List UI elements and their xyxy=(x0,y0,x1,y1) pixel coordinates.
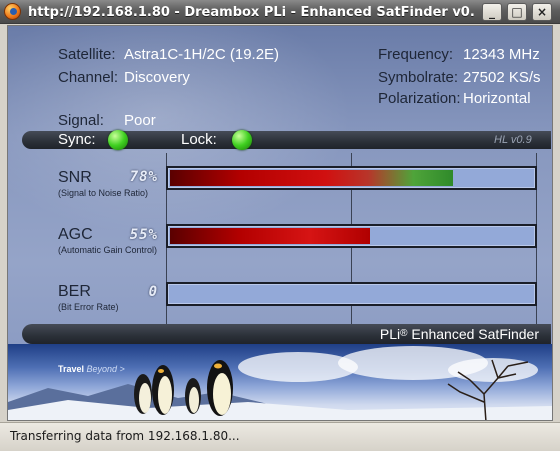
brand-label: PLi® Enhanced SatFinder xyxy=(380,326,539,342)
ber-meter xyxy=(166,282,537,306)
satellite-label: Satellite: xyxy=(58,46,116,63)
status-text: Transferring data from 192.168.1.80... xyxy=(10,429,240,443)
snr-title: SNR xyxy=(58,169,92,186)
version-label: HL v0.9 xyxy=(494,134,532,146)
signal-value: Poor xyxy=(124,112,156,129)
sync-label: Sync: xyxy=(58,131,96,148)
satfinder-page: Satellite: Astra1C-1H/2C (19.2E) Channel… xyxy=(7,25,553,421)
agc-meter-fill xyxy=(170,228,370,244)
close-button[interactable]: × xyxy=(532,3,552,21)
agc-title: AGC xyxy=(58,226,93,243)
agc-meter xyxy=(166,224,537,248)
brand-strip: PLi® Enhanced SatFinder xyxy=(22,324,551,344)
lock-label: Lock: xyxy=(181,131,217,148)
snr-percent: 78% xyxy=(129,169,158,185)
channel-label: Channel: xyxy=(58,69,119,86)
polarization-value: Horizontal xyxy=(463,90,531,107)
firefox-icon xyxy=(4,3,21,20)
ber-title: BER xyxy=(58,283,91,300)
maximize-button[interactable]: □ xyxy=(507,3,527,21)
snr-meter-fill xyxy=(170,170,453,186)
brand-prefix: PLi xyxy=(379,326,401,342)
channel-value: Discovery xyxy=(124,69,190,86)
penguin-banner: Travel Beyond > xyxy=(8,344,552,420)
polarization-label: Polarization: xyxy=(378,90,461,107)
frequency-label: Frequency: xyxy=(378,46,454,63)
minimize-button[interactable]: _ xyxy=(482,3,502,21)
satellite-value: Astra1C-1H/2C (19.2E) xyxy=(124,46,280,63)
snow-ground xyxy=(8,400,552,420)
agc-subtitle: (Automatic Gain Control) xyxy=(58,245,158,255)
agc-percent: 55% xyxy=(129,227,158,243)
signal-label: Signal: xyxy=(58,112,104,129)
banner-artwork xyxy=(8,359,552,420)
symbolrate-value: 27502 KS/s xyxy=(463,69,541,86)
sync-lock-strip: Sync: Lock: HL v0.9 xyxy=(22,130,551,150)
window-titlebar: http://192.168.1.80 - Dreambox PLi - Enh… xyxy=(0,0,560,24)
frequency-value: 12343 MHz xyxy=(463,46,540,63)
brand-suffix: Enhanced SatFinder xyxy=(407,326,539,342)
window-title: http://192.168.1.80 - Dreambox PLi - Enh… xyxy=(28,5,474,20)
ber-subtitle: (Bit Error Rate) xyxy=(58,302,119,312)
snr-meter xyxy=(166,166,537,190)
lock-indicator-icon xyxy=(232,130,252,150)
snr-subtitle: (Signal to Noise Ratio) xyxy=(58,188,149,198)
symbolrate-label: Symbolrate: xyxy=(378,69,459,86)
ber-value: 0 xyxy=(148,284,158,300)
browser-statusbar: Transferring data from 192.168.1.80... xyxy=(0,422,560,451)
sync-indicator-icon xyxy=(108,130,128,150)
